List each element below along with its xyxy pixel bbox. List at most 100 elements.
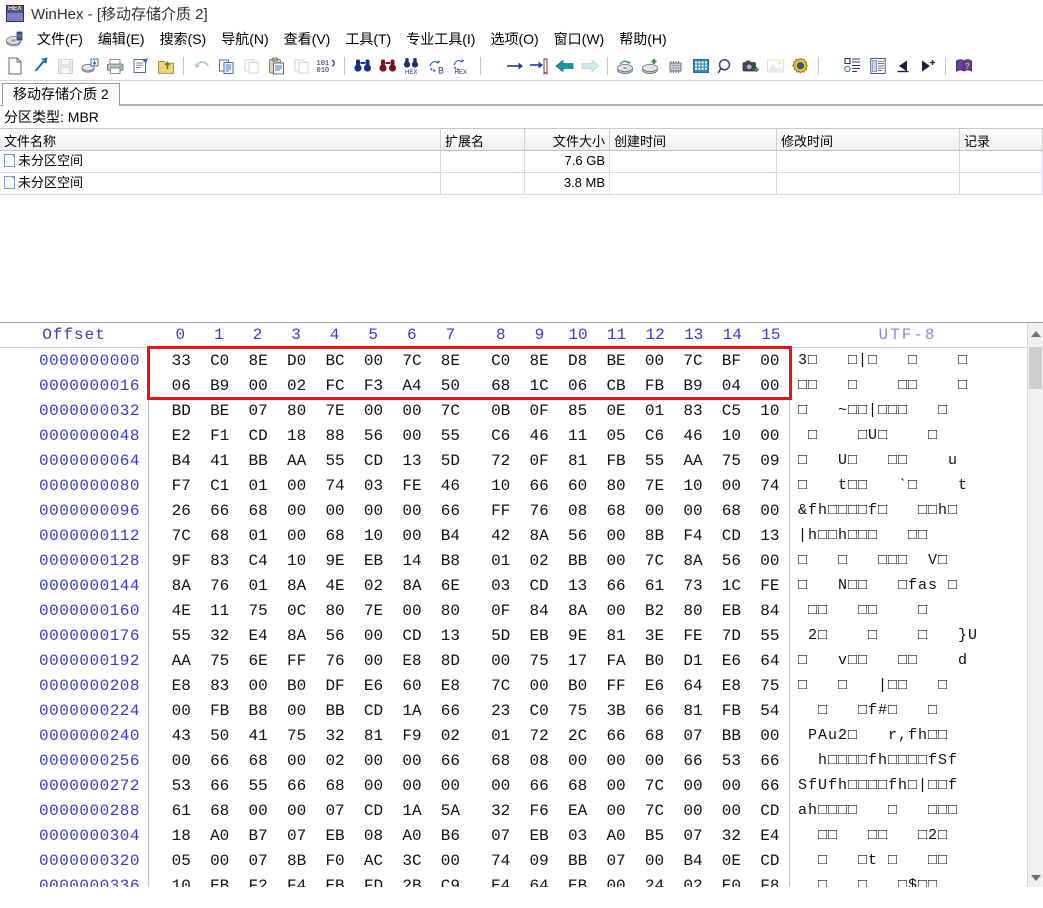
hex-byte[interactable]: FB <box>597 452 635 470</box>
hex-byte[interactable]: 05 <box>597 427 635 445</box>
hex-row[interactable]: 0000000224 00 FB B8 00 BB CD 1A 66 23 C0 75 3B 66 81 FB… <box>0 698 1043 723</box>
hex-byte[interactable]: 8A <box>520 527 558 545</box>
hex-row-text[interactable]: □ v□□ □□ d <box>790 652 1043 669</box>
menu-view[interactable]: 查看(V) <box>277 27 338 51</box>
hex-byte[interactable]: 53 <box>162 777 200 795</box>
hex-byte[interactable]: 00 <box>481 652 519 670</box>
hex-byte[interactable]: 13 <box>751 527 789 545</box>
hex-byte[interactable]: EB <box>712 602 750 620</box>
menu-search[interactable]: 搜索(S) <box>153 27 214 51</box>
hex-row-bytes[interactable]: 53 66 55 66 68 00 00 00 00 66 68 00 7C 00 00 66 <box>148 773 790 798</box>
open-disk-plus-icon[interactable] <box>639 54 662 78</box>
hex-byte[interactable]: E8 <box>712 677 750 695</box>
hex-row-bytes[interactable]: 05 00 07 8B F0 AC 3C 00 74 09 BB 07 00 B4 0E CD <box>148 848 790 873</box>
hex-byte[interactable]: F2 <box>239 877 277 888</box>
hex-byte[interactable]: B4 <box>162 452 200 470</box>
hex-byte[interactable]: 01 <box>481 552 519 570</box>
hex-row-bytes[interactable]: F7 C1 01 00 74 03 FE 46 10 66 60 80 7E 10 00 74 <box>148 473 790 498</box>
hex-byte[interactable]: FB <box>712 702 750 720</box>
hex-byte[interactable]: CD <box>520 577 558 595</box>
hex-byte[interactable]: 8A <box>393 577 431 595</box>
hex-byte[interactable]: F4 <box>277 877 315 888</box>
hex-byte[interactable]: 00 <box>393 427 431 445</box>
hex-byte[interactable]: 00 <box>597 752 635 770</box>
hex-byte[interactable]: 01 <box>239 577 277 595</box>
hex-byte[interactable]: C4 <box>239 552 277 570</box>
hex-byte[interactable]: 7C <box>635 552 673 570</box>
hex-byte[interactable]: CD <box>354 702 392 720</box>
hex-byte[interactable]: 32 <box>481 802 519 820</box>
hex-byte[interactable]: 00 <box>520 677 558 695</box>
hex-byte[interactable]: FF <box>597 677 635 695</box>
hex-byte[interactable]: 02 <box>277 377 315 395</box>
hex-byte[interactable]: 32 <box>712 827 750 845</box>
hex-byte[interactable]: 00 <box>597 527 635 545</box>
hex-byte[interactable]: 8A <box>277 627 315 645</box>
hex-byte[interactable]: EB <box>316 877 354 888</box>
hex-byte[interactable]: 02 <box>354 577 392 595</box>
hex-byte[interactable]: 7E <box>354 602 392 620</box>
hex-byte[interactable]: 00 <box>635 502 673 520</box>
hex-byte[interactable]: 02 <box>316 752 354 770</box>
hex-byte[interactable]: 00 <box>481 777 519 795</box>
hex-byte[interactable]: 00 <box>751 727 789 745</box>
hex-byte[interactable]: 0E <box>712 852 750 870</box>
hex-byte[interactable]: FE <box>674 627 712 645</box>
hex-byte[interactable]: 00 <box>239 802 277 820</box>
hex-byte[interactable]: 07 <box>316 802 354 820</box>
hex-byte[interactable]: 17 <box>558 652 596 670</box>
hex-row-text[interactable]: PAu2□ r,fh□□ <box>790 727 1043 744</box>
hex-byte[interactable]: 02 <box>674 877 712 888</box>
column-header-extension[interactable]: 扩展名 <box>441 129 525 150</box>
hex-byte[interactable]: 66 <box>431 752 469 770</box>
hex-byte[interactable]: CD <box>393 627 431 645</box>
hex-byte[interactable]: 7E <box>316 402 354 420</box>
hex-byte[interactable]: E6 <box>354 677 392 695</box>
hex-byte[interactable]: 00 <box>277 802 315 820</box>
hex-byte[interactable]: 00 <box>597 602 635 620</box>
hex-byte[interactable]: FE <box>751 577 789 595</box>
hex-byte[interactable]: 13 <box>431 627 469 645</box>
hex-byte[interactable]: 00 <box>393 402 431 420</box>
hex-byte[interactable]: 10 <box>481 477 519 495</box>
hex-byte[interactable]: F0 <box>316 852 354 870</box>
hex-row[interactable]: 0000000272 53 66 55 66 68 00 00 00 00 66 68 00 7C 00 00… <box>0 773 1043 798</box>
hex-byte[interactable]: 68 <box>597 502 635 520</box>
hex-byte[interactable]: EB <box>354 552 392 570</box>
hex-byte[interactable]: 14 <box>393 552 431 570</box>
hex-byte[interactable]: 84 <box>751 602 789 620</box>
hex-byte[interactable]: B8 <box>431 552 469 570</box>
hex-byte[interactable]: 00 <box>354 652 392 670</box>
hex-byte[interactable]: 55 <box>751 627 789 645</box>
new-file-icon[interactable] <box>4 54 27 78</box>
hex-row-bytes[interactable]: 8A 76 01 8A 4E 02 8A 6E 03 CD 13 66 61 73 1C FE <box>148 573 790 598</box>
hex-byte[interactable]: E8 <box>162 677 200 695</box>
hex-byte[interactable]: 00 <box>393 752 431 770</box>
hex-byte[interactable]: 0F <box>481 602 519 620</box>
hex-row-bytes[interactable]: 18 A0 B7 07 EB 08 A0 B6 07 EB 03 A0 B5 07 32 E4 <box>148 823 790 848</box>
hex-byte[interactable]: 46 <box>431 477 469 495</box>
hex-byte[interactable]: 1C <box>712 577 750 595</box>
hex-row-text[interactable]: □□ □ □□ □ <box>790 377 1043 394</box>
menu-options[interactable]: 选项(O) <box>483 27 545 51</box>
hex-byte[interactable]: 10 <box>751 402 789 420</box>
hex-byte[interactable]: 00 <box>354 752 392 770</box>
hex-byte[interactable]: D8 <box>558 352 596 370</box>
hex-byte[interactable]: 00 <box>597 802 635 820</box>
hex-byte[interactable]: 7C <box>393 352 431 370</box>
hex-byte[interactable]: 88 <box>316 427 354 445</box>
hex-byte[interactable]: 18 <box>277 427 315 445</box>
hex-byte[interactable]: 46 <box>674 427 712 445</box>
hex-row-text[interactable]: 3□ □|□ □ □ <box>790 352 1043 369</box>
hex-byte[interactable]: 00 <box>597 877 635 888</box>
hex-byte[interactable]: 0F <box>520 452 558 470</box>
hex-byte[interactable]: BB <box>558 552 596 570</box>
hex-byte[interactable]: 3B <box>597 702 635 720</box>
hex-byte[interactable]: 00 <box>354 502 392 520</box>
hex-byte[interactable]: 1A <box>393 802 431 820</box>
hex-byte[interactable]: 00 <box>393 602 431 620</box>
hex-byte[interactable]: 42 <box>481 527 519 545</box>
hex-byte[interactable]: 68 <box>316 777 354 795</box>
hex-rows-container[interactable]: 0000000000 33 C0 8E D0 BC 00 7C 8E C0 8E D8 BE 00 7C BF… <box>0 348 1043 887</box>
hex-byte[interactable]: 00 <box>635 352 673 370</box>
